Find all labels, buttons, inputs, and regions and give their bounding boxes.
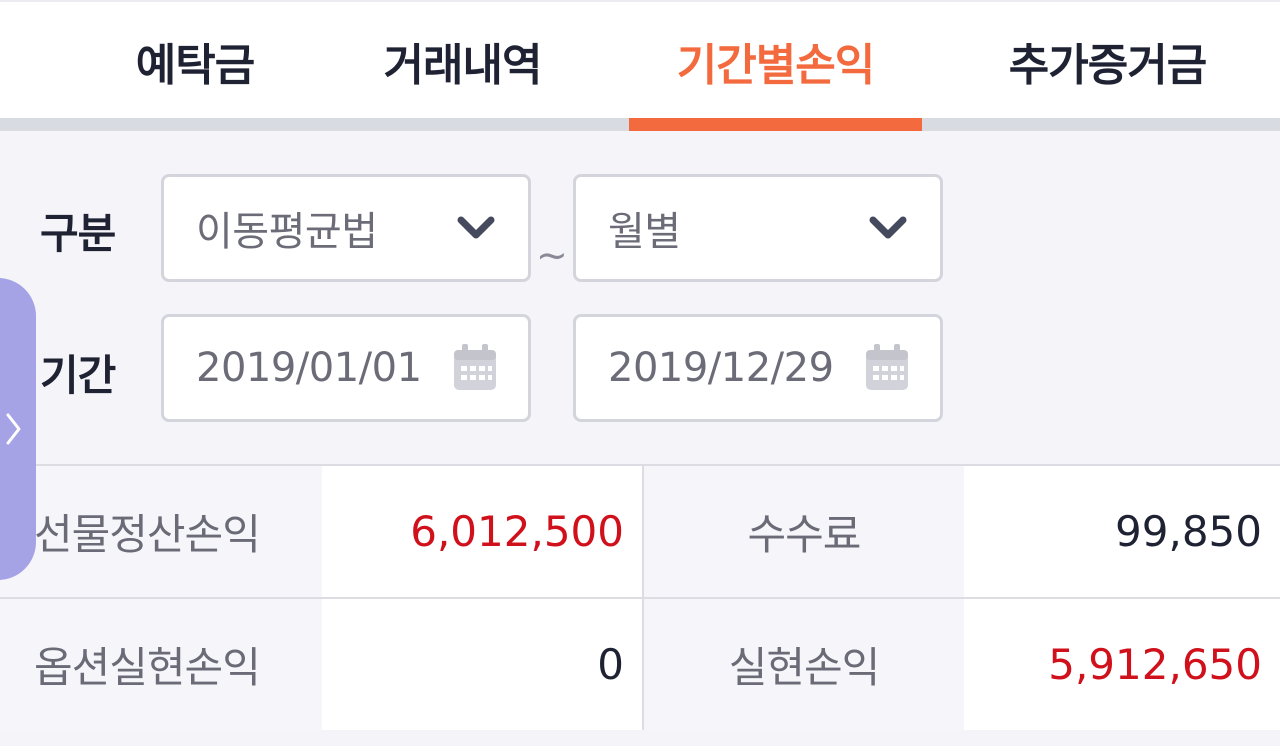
tab-deposit[interactable]: 예탁금 [60, 2, 330, 120]
realized-pl-value: 5,912,650 [964, 599, 1280, 730]
side-drawer-handle[interactable] [0, 278, 36, 580]
category-label: 구분 [40, 209, 116, 258]
chevron-down-icon [457, 216, 495, 239]
unit-select-value: 월별 [608, 209, 681, 255]
tab-additional-margin[interactable]: 추가증거금 [960, 2, 1255, 120]
end-date-value: 2019/12/29 [608, 345, 834, 391]
active-tab-indicator [629, 118, 922, 131]
date-range-separator: ~ [536, 233, 568, 277]
calendar-icon[interactable] [864, 344, 910, 392]
method-select[interactable]: 이동평균법 [161, 174, 531, 282]
tab-transactions[interactable]: 거래내역 [330, 2, 595, 120]
fee-value: 99,850 [964, 466, 1280, 597]
pl-summary-table: 선물정산손익 6,012,500 수수료 99,850 옵션실현손익 0 실현손… [0, 464, 1280, 732]
table-column-divider [642, 466, 644, 730]
tab-bar: 예탁금 거래내역 기간별손익 추가증거금 [0, 0, 1280, 120]
calendar-icon[interactable] [452, 344, 498, 392]
futures-pl-value: 6,012,500 [322, 466, 642, 597]
fee-label: 수수료 [644, 466, 964, 597]
futures-pl-label: 선물정산손익 [0, 466, 322, 597]
options-pl-value: 0 [322, 599, 642, 730]
start-date-field[interactable]: 2019/01/01 [161, 314, 531, 422]
tab-period-pl[interactable]: 기간별손익 [629, 2, 922, 120]
bottom-spacer [0, 730, 1280, 746]
options-pl-label: 옵션실현손익 [0, 599, 322, 730]
chevron-down-icon [869, 216, 907, 239]
period-label: 기간 [40, 351, 116, 400]
end-date-field[interactable]: 2019/12/29 [573, 314, 943, 422]
table-row-divider [0, 597, 1280, 599]
chevron-right-icon [6, 413, 21, 445]
method-select-value: 이동평균법 [196, 209, 378, 255]
start-date-value: 2019/01/01 [196, 345, 422, 391]
unit-select[interactable]: 월별 [573, 174, 943, 282]
realized-pl-label: 실현손익 [644, 599, 964, 730]
